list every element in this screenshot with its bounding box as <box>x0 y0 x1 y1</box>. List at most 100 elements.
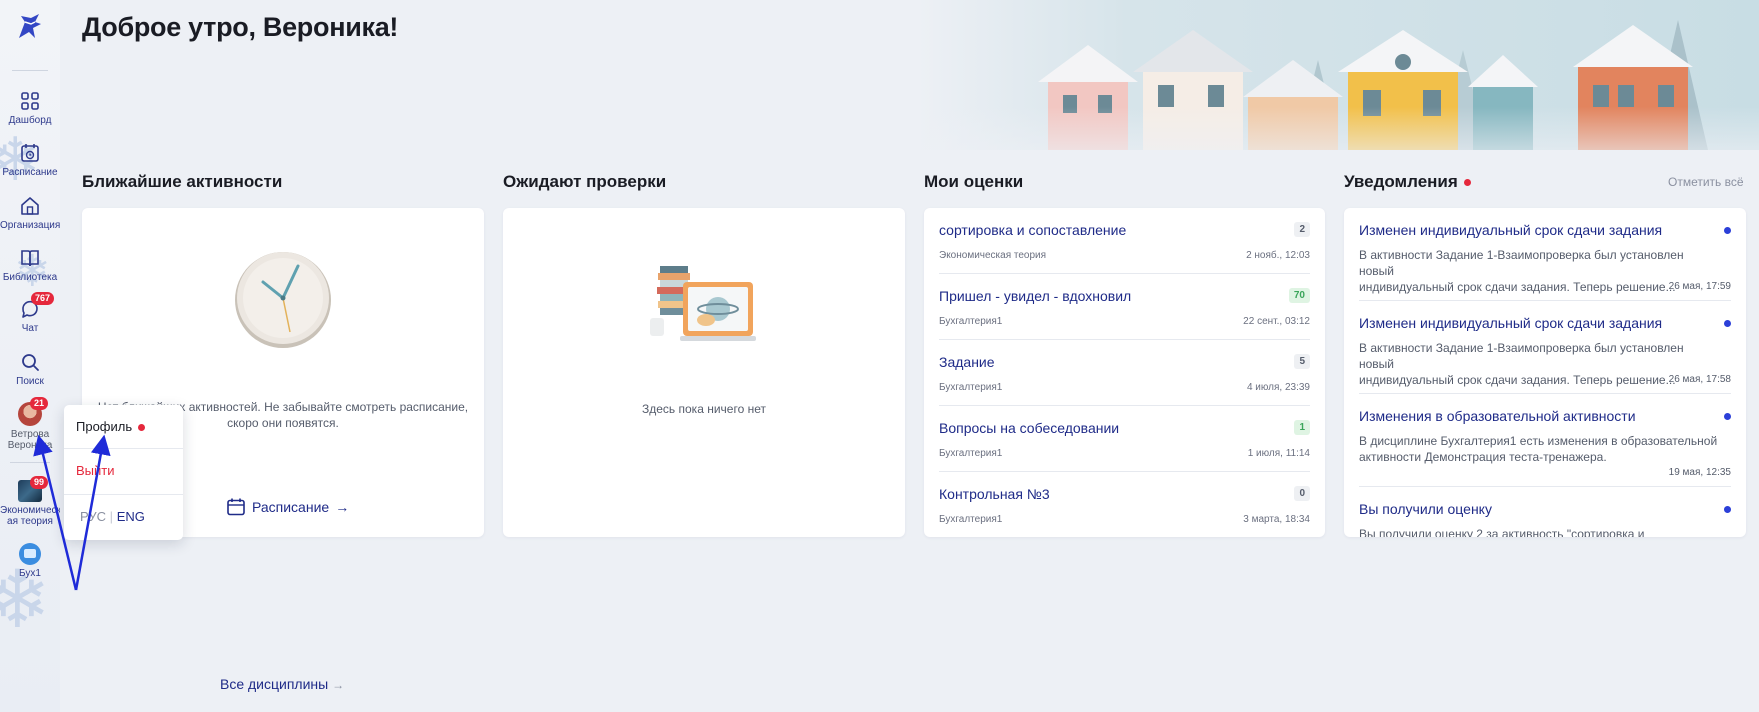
profile-popup-menu: Профиль Выйти РУС | ENG <box>64 405 183 540</box>
new-indicator-dot <box>1463 179 1471 187</box>
sidebar-item-label: Расписание <box>2 167 58 178</box>
notifications-card: Изменен индивидуальный срок сдачи задани… <box>1344 208 1746 537</box>
grade-score-badge: 5 <box>1294 354 1310 369</box>
sidebar-item-course-bux1[interactable]: Бух1 <box>0 543 60 579</box>
sidebar-item-library[interactable]: Библиотека <box>0 247 60 283</box>
sidebar-item-label: Вероника <box>7 440 53 451</box>
divider <box>12 70 48 71</box>
books-laptop-illustration <box>650 266 756 341</box>
notification-body-line: активности Демонстрация теста-тренажера. <box>1359 450 1607 464</box>
grade-date: 2 нояб., 12:03 <box>1246 250 1310 261</box>
grade-subject: Бухгалтерия1 <box>939 316 1003 327</box>
all-disciplines-link[interactable]: Все дисциплины → <box>220 676 344 692</box>
sidebar-item-label: Поиск <box>16 376 44 387</box>
calendar-icon <box>227 498 245 516</box>
divider <box>64 448 183 449</box>
divider <box>10 462 50 463</box>
sidebar-item-chat[interactable]: Чат 767 <box>0 292 60 334</box>
unread-badge: 767 <box>31 292 55 305</box>
page-title: Доброе утро, Вероника! <box>82 12 399 42</box>
sidebar-item-schedule[interactable]: Расписание <box>0 142 60 178</box>
grade-activity-title[interactable]: Контрольная №3 <box>939 486 1050 502</box>
notification-body: Вы получили оценку 2 за активность "сорт… <box>1359 526 1721 537</box>
sidebar-item-label: Бух1 <box>19 568 41 579</box>
new-indicator-dot <box>138 424 146 432</box>
notification-item[interactable]: Изменен индивидуальный срок сдачи задани… <box>1359 208 1731 301</box>
all-disciplines-label: Все дисциплины <box>220 676 329 692</box>
winter-village-banner <box>918 0 1759 178</box>
grade-subject: Экономическая теория <box>939 250 1047 261</box>
notification-body: В активности Задание 1-Взаимопроверка бы… <box>1359 340 1721 388</box>
notification-body-line: индивидуальный срок сдачи задания. Тепер… <box>1359 373 1676 387</box>
grade-activity-title[interactable]: Задание <box>939 354 995 370</box>
grade-score-badge: 2 <box>1294 222 1310 237</box>
lang-ru-option[interactable]: РУС <box>80 509 106 524</box>
notification-body: В дисциплине Бухгалтерия1 есть изменения… <box>1359 433 1721 465</box>
menu-item-label: Профиль <box>76 419 133 434</box>
sidebar: ❄ ❄ ❄ Дашборд Расписание Организация Биб… <box>0 0 60 712</box>
home-icon <box>21 197 39 215</box>
notification-title[interactable]: Изменения в образовательной активности <box>1359 408 1636 424</box>
grade-subject: Бухгалтерия1 <box>939 382 1003 393</box>
grade-row[interactable]: Пришел - увидел - вдохновил 70 Бухгалтер… <box>939 274 1310 340</box>
lang-en-option[interactable]: ENG <box>117 509 145 524</box>
menu-item-profile[interactable]: Профиль <box>76 419 146 434</box>
review-card: Здесь пока ничего нет <box>503 208 905 537</box>
unread-dot <box>1724 413 1731 420</box>
grade-row[interactable]: Контрольная №3 0 Бухгалтерия1 3 марта, 1… <box>939 472 1310 537</box>
unread-dot <box>1724 227 1731 234</box>
section-title-text: Уведомления <box>1344 172 1458 191</box>
course-icon <box>19 543 41 565</box>
arrow-right-icon: → <box>335 499 350 515</box>
sidebar-item-course-economics[interactable]: Экономическ ая теория 99 <box>0 476 60 527</box>
menu-item-logout[interactable]: Выйти <box>76 463 115 478</box>
grade-subject: Бухгалтерия1 <box>939 448 1003 459</box>
grade-date: 4 июля, 23:39 <box>1246 382 1310 393</box>
sidebar-item-organization[interactable]: Организация <box>0 195 60 231</box>
schedule-link-label: Расписание <box>252 499 330 515</box>
grade-activity-title[interactable]: Пришел - увидел - вдохновил <box>939 288 1131 304</box>
notification-item[interactable]: Изменения в образовательной активности В… <box>1359 394 1731 487</box>
notification-body-line: индивидуальный срок сдачи задания. Тепер… <box>1359 280 1676 294</box>
sidebar-item-profile[interactable]: Ветрова Вероника 21 <box>0 397 60 451</box>
grade-activity-title[interactable]: Вопросы на собеседовании <box>939 420 1119 436</box>
grade-activity-title[interactable]: сортировка и сопоставление <box>939 222 1126 238</box>
grade-row[interactable]: Вопросы на собеседовании 1 Бухгалтерия1 … <box>939 406 1310 472</box>
sidebar-item-dashboard[interactable]: Дашборд <box>0 90 60 126</box>
section-title-grades: Мои оценки <box>924 172 1024 191</box>
grade-row[interactable]: Задание 5 Бухгалтерия1 4 июля, 23:39 <box>939 340 1310 406</box>
grades-card: сортировка и сопоставление 2 Экономическ… <box>924 208 1325 537</box>
grade-score-badge: 1 <box>1294 420 1310 435</box>
notification-title[interactable]: Вы получили оценку <box>1359 501 1492 517</box>
notification-title[interactable]: Изменен индивидуальный срок сдачи задани… <box>1359 315 1662 331</box>
notification-date: 26 мая, 17:58 <box>1668 374 1731 385</box>
mark-all-read-button[interactable]: Отметить всё <box>1668 175 1744 189</box>
notification-date: 19 мая, 12:35 <box>1668 467 1731 478</box>
search-icon <box>22 354 39 371</box>
empty-state-text: Здесь пока ничего нет <box>642 402 766 416</box>
notification-body: В активности Задание 1-Взаимопроверка бы… <box>1359 247 1721 295</box>
divider <box>64 494 183 495</box>
arrow-right-icon: → <box>332 678 345 692</box>
sidebar-item-label: Дашборд <box>8 115 52 126</box>
notification-item[interactable]: Изменен индивидуальный срок сдачи задани… <box>1359 301 1731 394</box>
grade-row[interactable]: сортировка и сопоставление 2 Экономическ… <box>939 208 1310 274</box>
grade-subject: Бухгалтерия1 <box>939 514 1003 525</box>
unread-dot <box>1724 320 1731 327</box>
section-title-review: Ожидают проверки <box>503 172 667 191</box>
calendar-clock-icon <box>21 144 39 162</box>
logo-icon[interactable] <box>13 10 45 42</box>
notification-body-line: В дисциплине Бухгалтерия1 есть изменения… <box>1359 434 1718 448</box>
sidebar-item-label: ая теория <box>7 516 53 527</box>
sidebar-item-label: Библиотека <box>2 272 58 283</box>
notification-item[interactable]: Вы получили оценку Вы получили оценку 2 … <box>1359 487 1731 537</box>
sidebar-item-label: Ветрова <box>10 429 50 440</box>
schedule-link[interactable]: Расписание → <box>226 497 349 517</box>
notification-date: 26 мая, 17:59 <box>1668 281 1731 292</box>
sidebar-item-label: Экономическ <box>0 505 60 516</box>
notification-body-line: В активности Задание 1-Взаимопроверка бы… <box>1359 248 1684 278</box>
section-title-activities: Ближайшие активности <box>82 172 283 191</box>
sidebar-item-search[interactable]: Поиск <box>0 351 60 387</box>
grade-score-badge: 0 <box>1294 486 1310 501</box>
notification-title[interactable]: Изменен индивидуальный срок сдачи задани… <box>1359 222 1662 238</box>
